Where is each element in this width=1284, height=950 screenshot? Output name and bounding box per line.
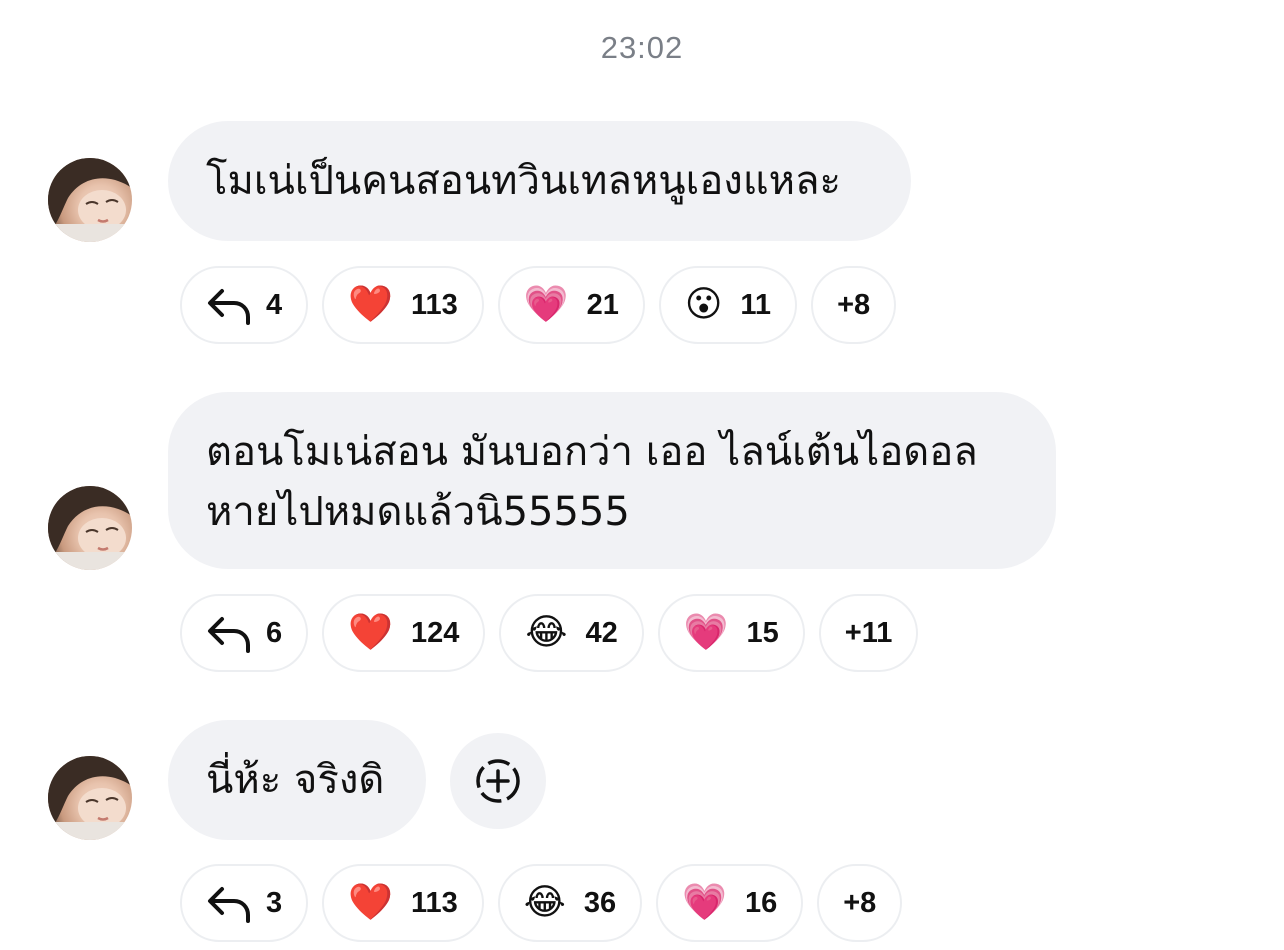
message-text-line: ตอนโมเน่สอน มันบอกว่า เออ ไลน์เต้นไอดอล: [206, 429, 978, 475]
reaction-pill[interactable]: 💗 21: [497, 266, 645, 344]
reaction-pill[interactable]: 😂 42: [499, 594, 644, 672]
reply-arrow-icon: [208, 887, 250, 923]
reply-arrow-icon: [208, 617, 250, 653]
growing-heart-icon: 💗: [682, 882, 727, 923]
reaction-pill[interactable]: 😮 11: [658, 266, 798, 344]
red-heart-icon: ❤️: [348, 284, 393, 325]
surprised-face-icon: 😮: [684, 284, 723, 325]
more-reactions-count: +8: [837, 288, 871, 321]
reply-arrow-icon: [208, 289, 250, 325]
reaction-count: 124: [410, 616, 460, 649]
message-text-line: นี่ห้ะ จริงดิ: [206, 757, 385, 803]
reaction-pill[interactable]: 😂 36: [497, 864, 643, 942]
message-bubble[interactable]: ตอนโมเน่สอน มันบอกว่า เออ ไลน์เต้นไอดอล …: [168, 392, 1056, 569]
reply-button[interactable]: 4: [180, 266, 309, 344]
reaction-pill[interactable]: ❤️ 113: [322, 864, 484, 942]
reply-count: 3: [266, 886, 283, 919]
more-reactions-count: +8: [843, 886, 877, 919]
red-heart-icon: ❤️: [348, 612, 393, 653]
reply-count: 4: [266, 288, 283, 321]
more-reactions-button[interactable]: +11: [818, 594, 919, 672]
reaction-bar: 4 ❤️ 113 💗 21 😮 11 +8: [180, 266, 897, 344]
reaction-count: 11: [740, 288, 772, 321]
sender-avatar[interactable]: [48, 486, 132, 570]
more-reactions-button[interactable]: +8: [817, 864, 903, 942]
reaction-pill[interactable]: 💗 16: [656, 864, 804, 942]
reaction-pill[interactable]: ❤️ 113: [322, 266, 484, 344]
reaction-count: 42: [585, 616, 618, 649]
more-reactions-count: +11: [844, 616, 893, 649]
sender-avatar[interactable]: [48, 756, 132, 840]
message-bubble[interactable]: โมเน่เป็นคนสอนทวินเทลหนูเองแหละ: [168, 121, 911, 241]
message-timestamp: 23:02: [600, 30, 684, 65]
reply-button[interactable]: 6: [180, 594, 309, 672]
reaction-count: 15: [746, 616, 779, 649]
add-reaction-button[interactable]: [450, 733, 546, 829]
tears-of-joy-icon: 😂: [525, 612, 568, 653]
reaction-bar: 3 ❤️ 113 😂 36 💗 16 +8: [180, 864, 903, 942]
reaction-count: 113: [410, 886, 458, 919]
reaction-count: 36: [583, 886, 617, 919]
reaction-pill[interactable]: ❤️ 124: [322, 594, 486, 672]
growing-heart-icon: 💗: [523, 284, 569, 325]
reaction-bar: 6 ❤️ 124 😂 42 💗 15 +11: [180, 594, 919, 672]
message-text-line: หายไปหมดแล้วนิ55555: [206, 489, 630, 535]
reply-count: 6: [266, 616, 283, 649]
more-reactions-button[interactable]: +8: [811, 266, 897, 344]
reaction-count: 21: [586, 288, 619, 321]
add-reaction-icon: [476, 759, 520, 803]
sender-avatar[interactable]: [48, 158, 132, 242]
tears-of-joy-icon: 😂: [523, 882, 566, 923]
growing-heart-icon: 💗: [683, 612, 729, 653]
message-text-line: โมเน่เป็นคนสอนทวินเทลหนูเองแหละ: [206, 158, 841, 204]
reaction-count: 16: [744, 886, 778, 919]
reaction-pill[interactable]: 💗 15: [657, 594, 805, 672]
reaction-count: 113: [410, 288, 458, 321]
red-heart-icon: ❤️: [348, 882, 393, 923]
message-bubble[interactable]: นี่ห้ะ จริงดิ: [168, 720, 426, 840]
reply-button[interactable]: 3: [180, 864, 309, 942]
